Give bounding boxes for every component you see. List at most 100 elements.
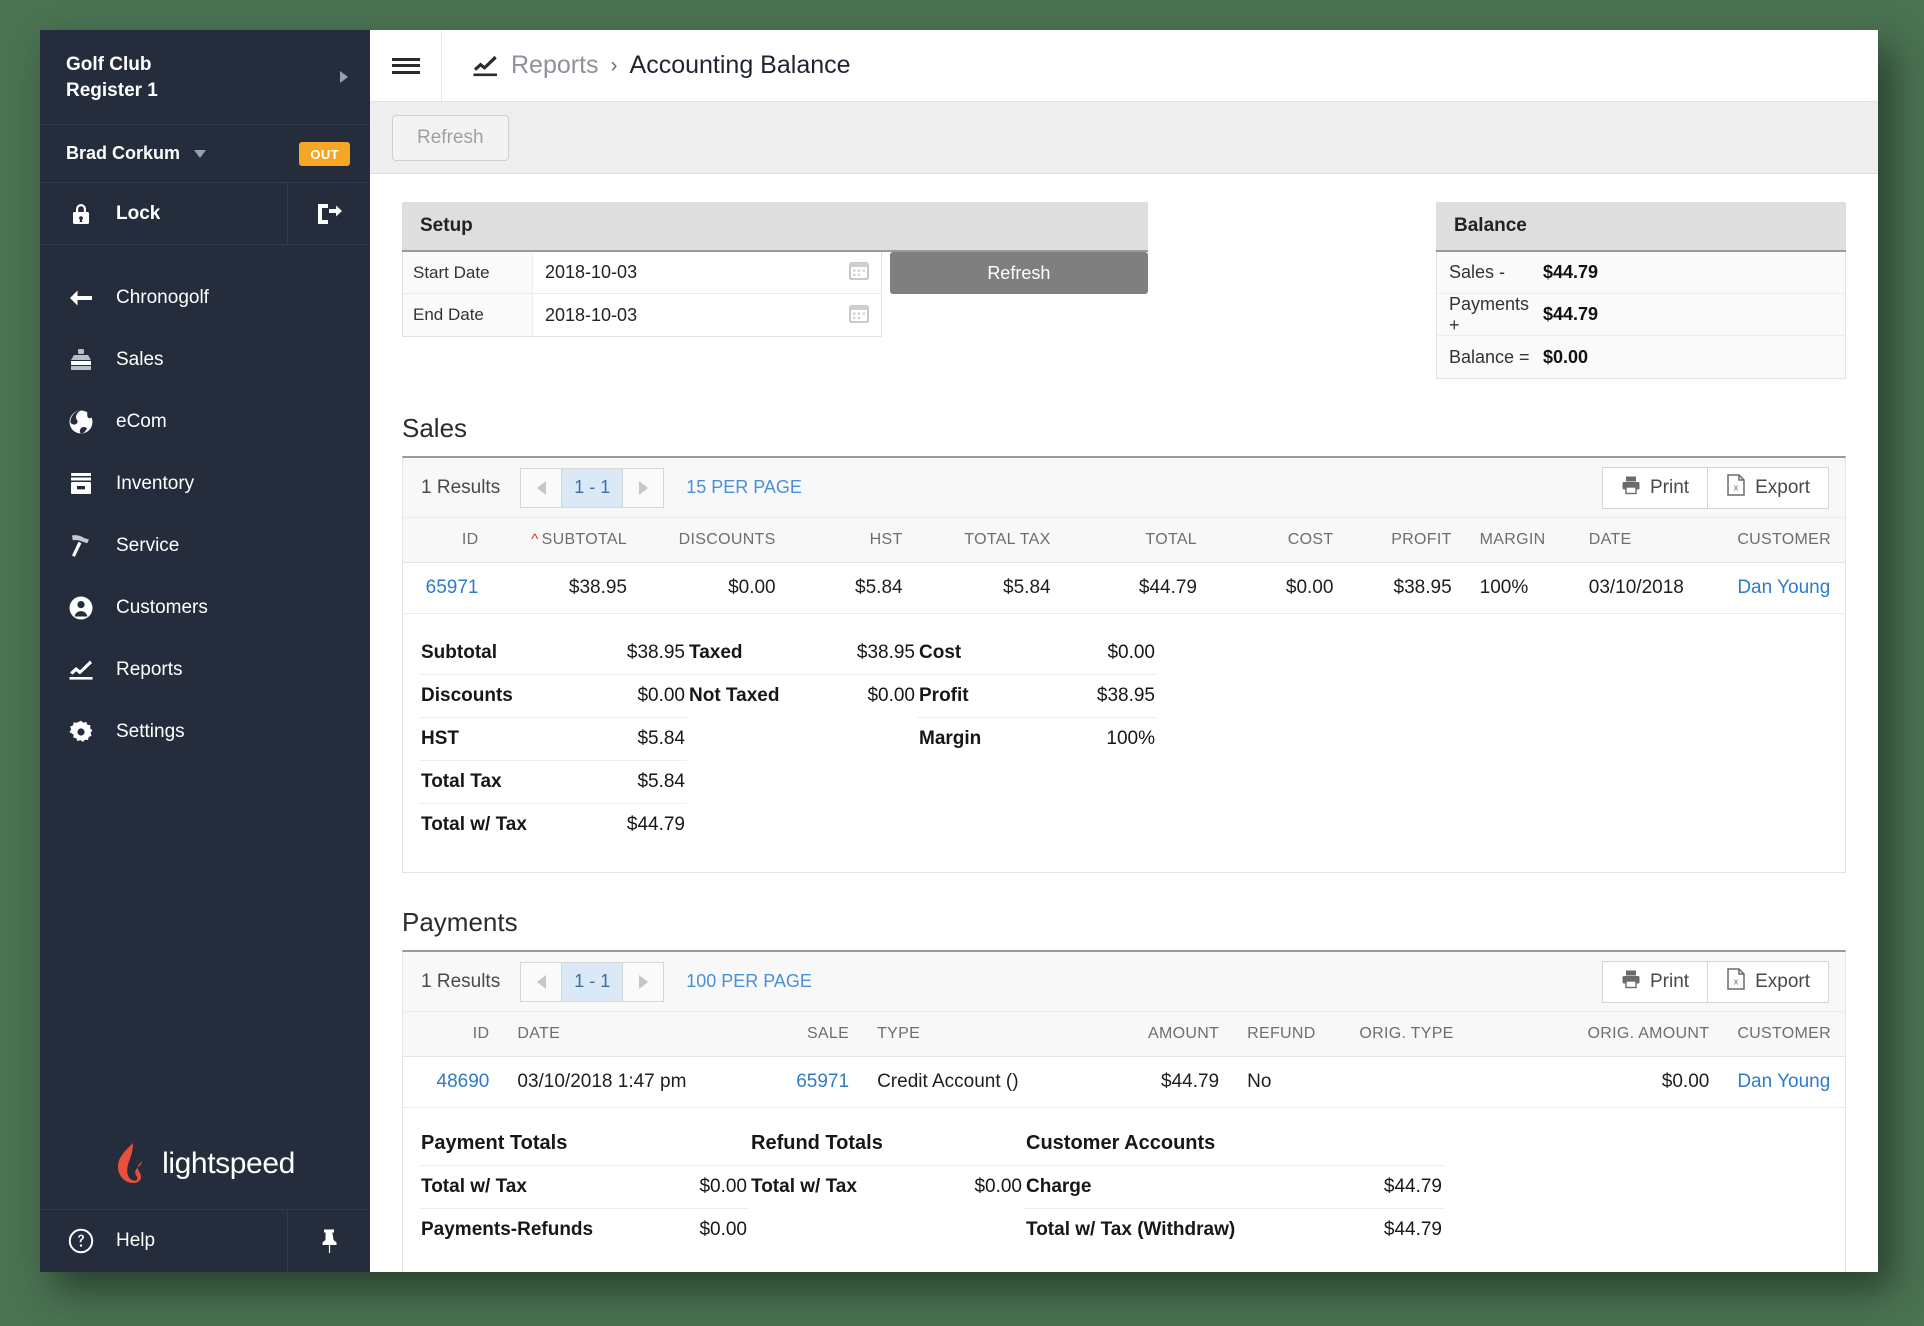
sale-id-link[interactable]: 65971 xyxy=(796,1071,849,1092)
sidebar-item-customers[interactable]: Customers xyxy=(40,577,370,639)
col-pay-date[interactable]: DATE xyxy=(503,1012,763,1057)
sales-totals-column-2: Taxed $38.95 Not Taxed $0.00 xyxy=(687,632,917,846)
payments-table-body: 48690 03/10/2018 1:47 pm 65971 Credit Ac… xyxy=(403,1056,1845,1108)
sales-next-page-button[interactable] xyxy=(622,467,665,508)
totals-value: $38.95 xyxy=(856,642,915,663)
totals-value: $38.95 xyxy=(626,642,685,663)
sidebar-item-inventory[interactable]: Inventory xyxy=(40,453,370,515)
totals-value: 100% xyxy=(1106,728,1155,749)
printer-icon xyxy=(1621,969,1641,995)
cell-hst: $5.84 xyxy=(789,562,917,614)
col-hst[interactable]: HST xyxy=(789,518,917,563)
totals-value: $0.00 xyxy=(699,1219,747,1240)
col-pay-amount[interactable]: AMOUNT xyxy=(1106,1012,1234,1057)
refresh-report-button[interactable]: Refresh xyxy=(889,252,1148,294)
balance-row-value: $44.79 xyxy=(1543,304,1599,324)
balance-row: Payments + $44.79 xyxy=(1437,294,1845,336)
calendar-icon[interactable] xyxy=(848,260,869,285)
customer-link[interactable]: Dan Young xyxy=(1737,1071,1830,1092)
user-menu[interactable]: Brad Corkum OUT xyxy=(40,125,370,184)
totals-label: Taxed xyxy=(689,642,743,663)
payments-per-page-selector[interactable]: 100 PER PAGE xyxy=(686,971,812,992)
user-name: Brad Corkum xyxy=(66,143,181,164)
sale-id-link[interactable]: 65971 xyxy=(426,577,479,598)
sales-export-button[interactable]: x Export xyxy=(1708,466,1829,509)
payments-page-range: 1 - 1 xyxy=(562,961,623,1002)
cell-pay-type: Credit Account () xyxy=(863,1056,1107,1108)
pin-button[interactable] xyxy=(288,1210,370,1272)
hammer-icon xyxy=(68,533,94,559)
col-profit[interactable]: PROFIT xyxy=(1347,518,1466,563)
start-date-row: Start Date 2018-10-03 xyxy=(403,252,881,294)
balance-row: Sales - $44.79 xyxy=(1437,252,1845,294)
sidebar-item-service[interactable]: Service xyxy=(40,515,370,577)
col-subtotal[interactable]: ^ SUBTOTAL xyxy=(492,518,642,563)
col-customer[interactable]: CUSTOMER xyxy=(1723,518,1845,563)
payments-prev-page-button[interactable] xyxy=(520,961,563,1002)
sidebar-item-sales[interactable]: Sales xyxy=(40,329,370,391)
brand-logo: lightspeed xyxy=(40,1118,370,1210)
calendar-icon[interactable] xyxy=(848,303,869,328)
totals-value: $0.00 xyxy=(974,1176,1022,1197)
col-margin[interactable]: MARGIN xyxy=(1465,518,1575,563)
col-pay-refund[interactable]: REFUND xyxy=(1233,1012,1346,1057)
col-pay-id[interactable]: ID xyxy=(403,1012,504,1057)
customer-link[interactable]: Dan Young xyxy=(1737,577,1830,598)
col-discounts[interactable]: DISCOUNTS xyxy=(641,518,790,563)
refresh-button-top[interactable]: Refresh xyxy=(392,114,509,161)
payments-next-page-button[interactable] xyxy=(622,961,665,1002)
sidebar-item-chronogolf[interactable]: Chronogolf xyxy=(40,267,370,329)
sales-prev-page-button[interactable] xyxy=(520,467,563,508)
table-row: 65971 $38.95 $0.00 $5.84 $5.84 $44.79 $0… xyxy=(403,562,1845,614)
customer-accounts-heading: Customer Accounts xyxy=(1024,1124,1444,1166)
col-total[interactable]: TOTAL xyxy=(1064,518,1212,563)
sales-print-button[interactable]: Print xyxy=(1602,466,1709,509)
totals-row: Subtotal $38.95 xyxy=(419,632,687,675)
sales-header-row: ID ^ SUBTOTAL DISCOUNTS HST TOTAL TAX TOT… xyxy=(403,518,1845,563)
end-date-value: 2018-10-03 xyxy=(545,304,638,325)
sales-results-count: 1 Results xyxy=(421,476,501,498)
logout-button[interactable] xyxy=(288,183,370,244)
sidebar-item-ecom[interactable]: eCom xyxy=(40,391,370,453)
svg-text:x: x xyxy=(1734,976,1739,986)
totals-row: Not Taxed $0.00 xyxy=(687,675,917,717)
col-pay-customer[interactable]: CUSTOMER xyxy=(1723,1012,1845,1057)
totals-value: $0.00 xyxy=(637,685,685,706)
end-date-input[interactable]: 2018-10-03 xyxy=(533,294,881,336)
chart-icon xyxy=(68,659,94,681)
cell-total: $44.79 xyxy=(1064,562,1212,614)
col-date[interactable]: DATE xyxy=(1574,518,1724,563)
payments-export-button[interactable]: x Export xyxy=(1708,960,1829,1003)
col-id[interactable]: ID xyxy=(403,518,493,563)
payment-id-link[interactable]: 48690 xyxy=(437,1071,490,1092)
col-cost[interactable]: COST xyxy=(1211,518,1348,563)
sidebar-item-label: Customers xyxy=(116,597,208,619)
sidebar-item-reports[interactable]: Reports xyxy=(40,639,370,701)
breadcrumb-parent[interactable]: Reports xyxy=(511,51,599,80)
lock-button[interactable]: Lock xyxy=(40,183,288,245)
col-total-tax[interactable]: TOTAL TAX xyxy=(916,518,1065,563)
balance-rows: Sales - $44.79 Payments + $44.79 Balance… xyxy=(1436,252,1846,379)
totals-value: $44.79 xyxy=(1383,1176,1442,1197)
summary-panels: Setup Start Date 2018-10-03 End Date 201… xyxy=(402,202,1846,379)
sidebar-item-settings[interactable]: Settings xyxy=(40,701,370,763)
sales-per-page-selector[interactable]: 15 PER PAGE xyxy=(686,477,802,498)
setup-body: Start Date 2018-10-03 End Date 2018-10-0… xyxy=(402,252,1148,337)
col-pay-sale[interactable]: SALE xyxy=(762,1012,864,1057)
payments-export-label: Export xyxy=(1755,970,1810,992)
start-date-input[interactable]: 2018-10-03 xyxy=(533,252,881,293)
payments-print-label: Print xyxy=(1650,970,1690,992)
payments-print-button[interactable]: Print xyxy=(1602,960,1709,1003)
totals-label: Total w/ Tax xyxy=(751,1176,857,1197)
col-pay-orig-type[interactable]: ORIG. TYPE xyxy=(1345,1012,1547,1057)
col-pay-orig-amount[interactable]: ORIG. AMOUNT xyxy=(1546,1012,1724,1057)
cell-pay-customer: Dan Young xyxy=(1723,1056,1845,1108)
chevron-right-icon xyxy=(638,974,648,989)
payment-totals-heading: Payment Totals xyxy=(419,1124,749,1166)
col-pay-type[interactable]: TYPE xyxy=(863,1012,1107,1057)
help-button[interactable]: Help xyxy=(40,1210,288,1272)
store-selector[interactable]: Golf Club Register 1 xyxy=(40,30,370,126)
hamburger-menu-button[interactable] xyxy=(370,30,442,101)
chevron-down-icon xyxy=(194,149,207,158)
balance-row-label: Payments + xyxy=(1449,293,1530,335)
